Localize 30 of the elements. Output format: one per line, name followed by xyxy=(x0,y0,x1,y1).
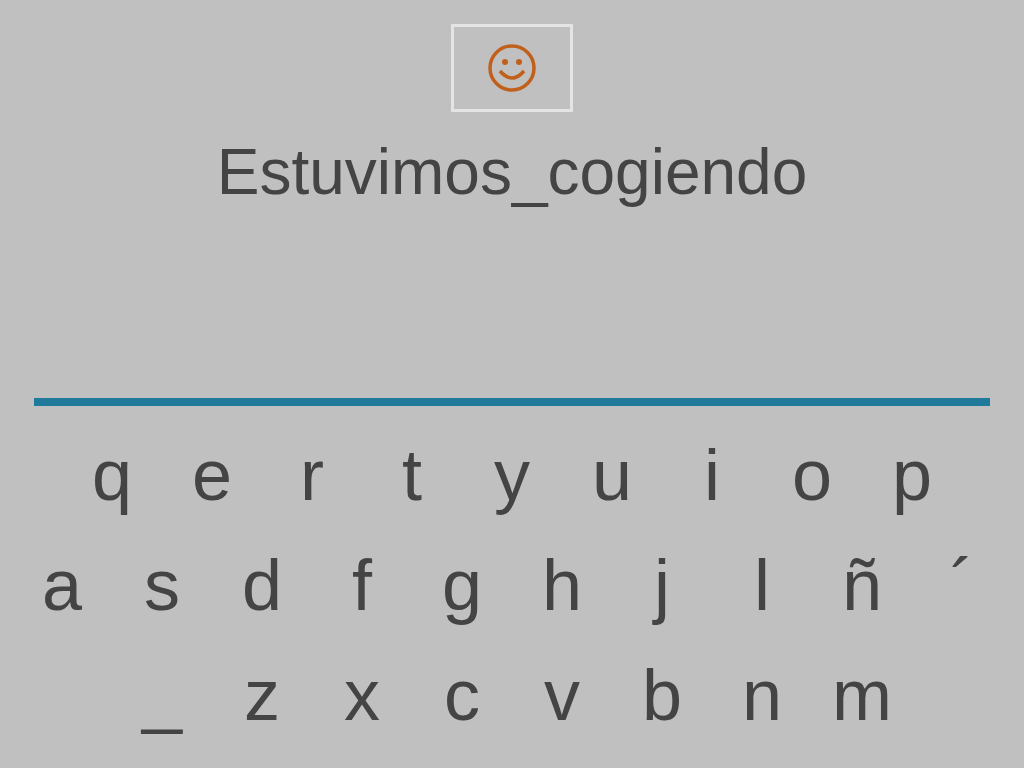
letter-key[interactable]: a xyxy=(12,540,112,630)
smiley-icon xyxy=(487,43,537,93)
letter-key[interactable]: r xyxy=(262,430,362,520)
letter-key[interactable]: e xyxy=(162,430,262,520)
letter-key[interactable]: ñ xyxy=(812,540,912,630)
letter-key[interactable]: x xyxy=(312,650,412,740)
word-text: Estuvimos_cogiendo xyxy=(216,135,808,210)
letter-key[interactable]: g xyxy=(412,540,512,630)
letter-key[interactable]: t xyxy=(362,430,462,520)
letter-key[interactable]: ´ xyxy=(912,540,1012,630)
letter-key[interactable]: u xyxy=(562,430,662,520)
letter-key[interactable]: d xyxy=(212,540,312,630)
letter-key[interactable]: b xyxy=(612,650,712,740)
smiley-button[interactable] xyxy=(451,24,573,112)
letter-key[interactable]: h xyxy=(512,540,612,630)
letter-key[interactable]: c xyxy=(412,650,512,740)
letter-key[interactable]: j xyxy=(612,540,712,630)
letter-key[interactable]: o xyxy=(762,430,862,520)
letter-key[interactable]: q xyxy=(62,430,162,520)
letter-key[interactable]: z xyxy=(212,650,312,740)
letter-key[interactable]: f xyxy=(312,540,412,630)
letter-key[interactable]: p xyxy=(862,430,962,520)
letter-key[interactable]: i xyxy=(662,430,762,520)
letter-key[interactable]: n xyxy=(712,650,812,740)
letter-key[interactable]: v xyxy=(512,650,612,740)
letter-key[interactable]: _ xyxy=(112,650,212,740)
letter-key[interactable]: m xyxy=(812,650,912,740)
letter-key[interactable]: y xyxy=(462,430,562,520)
letter-key[interactable]: s xyxy=(112,540,212,630)
letter-key[interactable]: l xyxy=(712,540,812,630)
